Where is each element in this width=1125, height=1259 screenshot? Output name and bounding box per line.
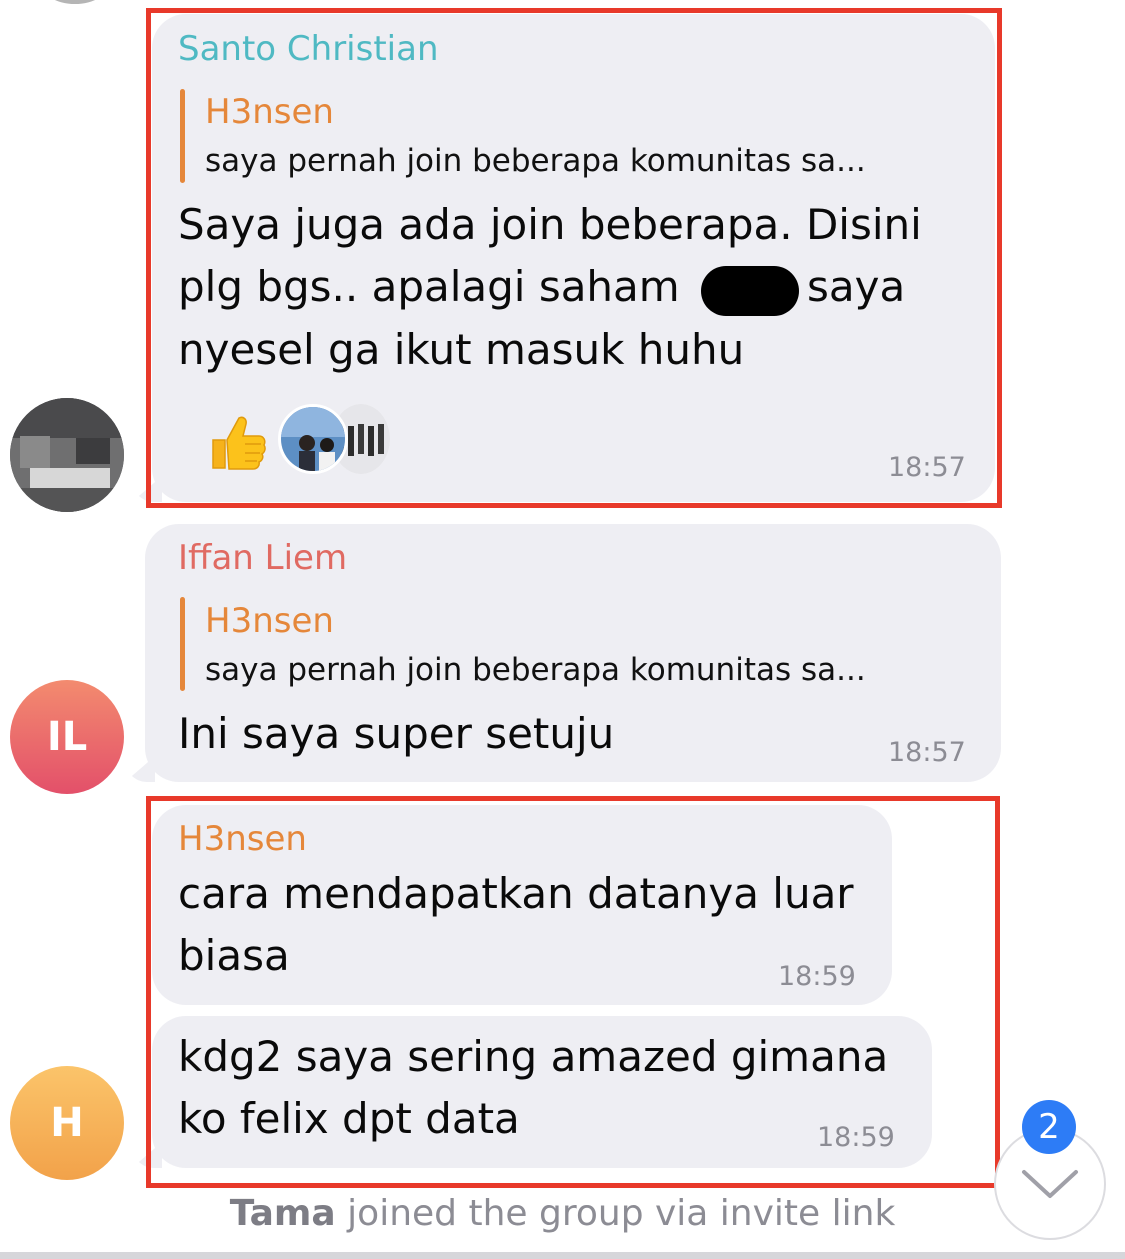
reply-author[interactable]: H3nsen xyxy=(205,601,334,641)
message-text-line: Ini saya super setuju xyxy=(178,709,615,758)
unread-count: 2 xyxy=(1038,1107,1060,1147)
system-message-text: joined the group via invite link xyxy=(347,1193,896,1234)
previous-avatar-fragment xyxy=(40,0,110,4)
redacted-mark xyxy=(701,266,799,316)
system-message: Tama joined the group via invite link xyxy=(0,1192,1125,1236)
reaction-thumbs-up[interactable] xyxy=(205,410,269,474)
bubble-tail xyxy=(125,756,155,782)
avatar-h3nsen[interactable]: H xyxy=(10,1066,124,1180)
message-timestamp: 18:59 xyxy=(817,1122,895,1153)
reply-snippet[interactable]: saya pernah join beberapa komunitas sa..… xyxy=(205,651,866,689)
message-text-line: Saya juga ada join beberapa. Disini xyxy=(178,200,922,249)
sender-name[interactable]: Santo Christian xyxy=(178,29,439,69)
room-photo-icon xyxy=(10,398,124,512)
sender-name[interactable]: Iffan Liem xyxy=(178,538,347,578)
message-timestamp: 18:57 xyxy=(888,737,966,768)
system-message-user[interactable]: Tama xyxy=(230,1193,336,1234)
thumbs-up-icon xyxy=(212,416,266,470)
message-text-line: biasa xyxy=(178,931,290,980)
bottom-divider xyxy=(0,1252,1125,1259)
reply-quote-bar xyxy=(180,597,185,691)
message-text-line: cara mendapatkan datanya luar xyxy=(178,869,854,918)
reply-author[interactable]: H3nsen xyxy=(205,92,334,132)
message-text-line: kdg2 saya sering amazed gimana xyxy=(178,1032,889,1081)
bubble-tail xyxy=(132,1142,162,1168)
chevron-down-icon xyxy=(1022,1170,1078,1198)
reactor-avatar[interactable] xyxy=(278,404,348,474)
reply-snippet[interactable]: saya pernah join beberapa komunitas sa..… xyxy=(205,142,866,180)
avatar-santo[interactable] xyxy=(10,398,124,512)
sender-name[interactable]: H3nsen xyxy=(178,819,307,859)
avatar-initials: IL xyxy=(46,714,88,760)
message-text-line: plg bgs.. apalagi saham xyxy=(178,262,680,311)
message-text-line: ko felix dpt data xyxy=(178,1094,520,1143)
reply-quote-bar xyxy=(180,89,185,183)
avatar-iffan[interactable]: IL xyxy=(10,680,124,794)
message-text-line: nyesel ga ikut masuk huhu xyxy=(178,325,745,374)
avatar-initials: H xyxy=(50,1100,84,1146)
message-timestamp: 18:59 xyxy=(778,961,856,992)
unread-count-badge[interactable]: 2 xyxy=(1022,1100,1076,1154)
message-timestamp: 18:57 xyxy=(888,452,966,483)
message-text-line: saya xyxy=(807,262,906,311)
